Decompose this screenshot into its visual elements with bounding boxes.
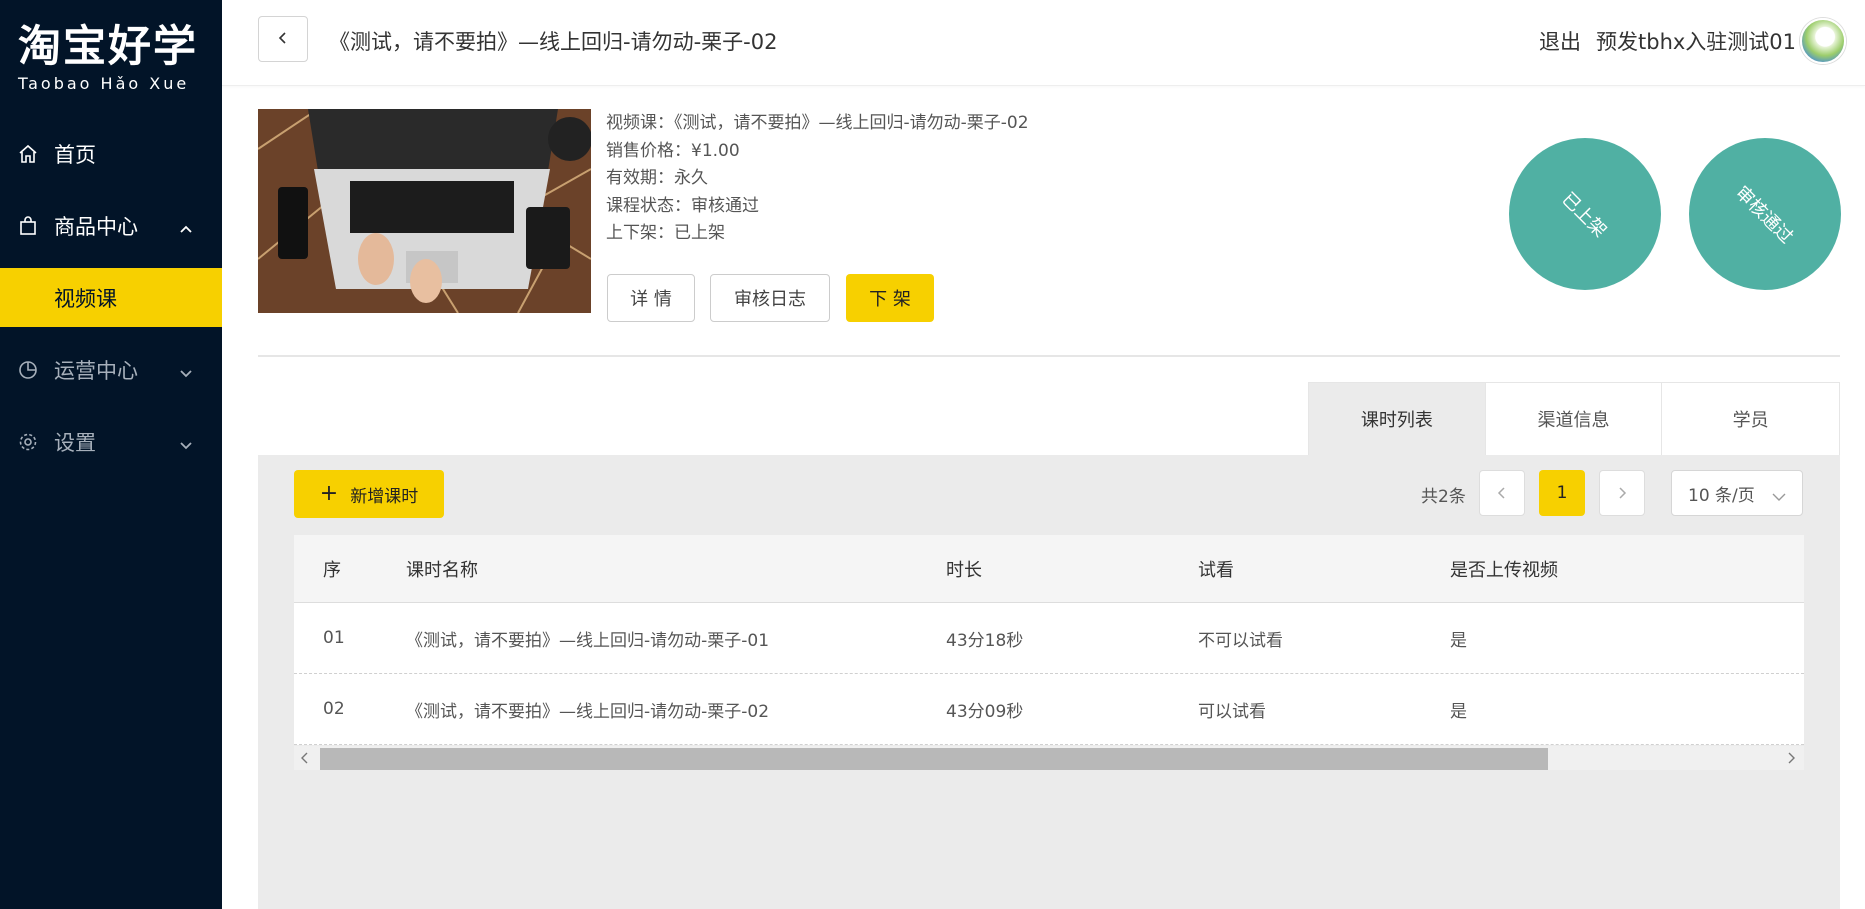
cell-name: 《测试，请不要拍》—线上回归-请勿动-栗子-02 bbox=[406, 701, 770, 722]
detail-button[interactable]: 详 情 bbox=[607, 274, 695, 322]
stamp-label: 已上架 bbox=[1557, 188, 1611, 242]
chevron-down-icon bbox=[178, 434, 194, 450]
top-header: 《测试，请不要拍》—线上回归-请勿动-栗子-02 退出 预发tbhx入驻测试01 bbox=[222, 0, 1865, 86]
total-count: 共2条 bbox=[1421, 487, 1466, 507]
chevron-down-icon bbox=[1772, 487, 1786, 507]
cell-preview: 可以试看 bbox=[1198, 701, 1266, 722]
table-row[interactable]: 02 《测试，请不要拍》—线上回归-请勿动-栗子-02 43分09秒 可以试看 … bbox=[294, 674, 1804, 745]
sidebar-item-label: 设置 bbox=[54, 431, 96, 455]
take-off-shelf-button[interactable]: 下 架 bbox=[846, 274, 934, 322]
chevron-left-icon bbox=[1497, 487, 1505, 499]
tab-channel-info[interactable]: 渠道信息 bbox=[1485, 383, 1663, 455]
logo-sub-text: Taobao Hǎo Xue bbox=[18, 74, 190, 93]
chevron-left-icon bbox=[276, 30, 290, 49]
sidebar: 淘宝好学 Taobao Hǎo Xue 首页 商品中心 视频课 运营中心 设置 bbox=[0, 0, 222, 909]
course-thumbnail bbox=[258, 109, 591, 313]
add-lesson-label: 新增课时 bbox=[350, 486, 419, 507]
column-header: 课时名称 bbox=[406, 559, 478, 581]
page-size-value: 10 条/页 bbox=[1688, 485, 1755, 506]
cell-duration: 43分09秒 bbox=[946, 701, 1024, 722]
chevron-down-icon bbox=[178, 362, 194, 378]
avatar[interactable] bbox=[1800, 18, 1846, 64]
home-icon bbox=[17, 143, 39, 165]
cell-name: 《测试，请不要拍》—线上回归-请勿动-栗子-01 bbox=[406, 630, 770, 651]
pie-chart-icon bbox=[17, 359, 39, 381]
back-button[interactable] bbox=[258, 16, 308, 62]
logout-link[interactable]: 退出 bbox=[1539, 26, 1581, 56]
tab-students[interactable]: 学员 bbox=[1662, 383, 1840, 455]
cell-uploaded: 是 bbox=[1450, 701, 1467, 722]
scroll-left-icon[interactable] bbox=[300, 750, 314, 766]
page-number[interactable]: 1 bbox=[1539, 470, 1585, 516]
sidebar-item-settings[interactable]: 设置 bbox=[0, 412, 222, 472]
audit-log-button[interactable]: 审核日志 bbox=[710, 274, 830, 322]
prev-page-button[interactable] bbox=[1479, 470, 1525, 516]
chevron-right-icon bbox=[1619, 487, 1627, 499]
sidebar-item-products[interactable]: 商品中心 bbox=[0, 196, 222, 256]
course-info: 视频课：《测试，请不要拍》—线上回归-请勿动-栗子-02 销售价格：¥1.00 … bbox=[606, 110, 1029, 248]
table-row[interactable]: 01 《测试，请不要拍》—线上回归-请勿动-栗子-01 43分18秒 不可以试看… bbox=[294, 603, 1804, 674]
scrollbar-thumb[interactable] bbox=[320, 748, 1548, 770]
sidebar-item-operations[interactable]: 运营中心 bbox=[0, 340, 222, 400]
sidebar-item-label: 商品中心 bbox=[54, 215, 138, 239]
course-name: 视频课：《测试，请不要拍》—线上回归-请勿动-栗子-02 bbox=[606, 113, 1029, 133]
cell-duration: 43分18秒 bbox=[946, 630, 1024, 651]
username: 预发tbhx入驻测试01 bbox=[1596, 30, 1797, 54]
cell-preview: 不可以试看 bbox=[1198, 630, 1283, 651]
plus-icon: + bbox=[319, 481, 339, 506]
scroll-right-icon[interactable] bbox=[1786, 750, 1800, 766]
cell-uploaded: 是 bbox=[1450, 630, 1467, 651]
tab-lesson-list[interactable]: 课时列表 bbox=[1309, 383, 1486, 455]
lesson-panel: + 新增课时 共2条 1 10 条/页 序 课时名称 时长 试看 是否上传视频 … bbox=[258, 455, 1840, 909]
logo-main-text: 淘宝好学 bbox=[18, 22, 198, 72]
divider bbox=[258, 355, 1840, 357]
course-price: 销售价格：¥1.00 bbox=[606, 140, 740, 161]
add-lesson-button[interactable]: + 新增课时 bbox=[294, 470, 444, 518]
course-shelf-status: 上下架：已上架 bbox=[606, 223, 725, 243]
cell-index: 01 bbox=[323, 628, 345, 648]
course-status: 课程状态：审核通过 bbox=[606, 195, 759, 216]
bag-icon bbox=[17, 215, 39, 237]
lesson-table: 序 课时名称 时长 试看 是否上传视频 01 《测试，请不要拍》—线上回归-请勿… bbox=[294, 535, 1804, 745]
column-header: 是否上传视频 bbox=[1450, 559, 1558, 581]
approved-stamp: 审核通过 bbox=[1689, 138, 1841, 290]
stamp-label: 审核通过 bbox=[1731, 182, 1797, 248]
chevron-up-icon bbox=[178, 218, 194, 234]
sidebar-item-home[interactable]: 首页 bbox=[0, 124, 222, 184]
course-validity: 有效期：永久 bbox=[606, 168, 708, 188]
column-header: 序 bbox=[323, 559, 341, 581]
tab-bar: 课时列表 渠道信息 学员 bbox=[1308, 382, 1840, 455]
sidebar-item-label: 运营中心 bbox=[54, 359, 138, 383]
next-page-button[interactable] bbox=[1599, 470, 1645, 516]
cell-index: 02 bbox=[323, 699, 345, 719]
logo: 淘宝好学 Taobao Hǎo Xue bbox=[18, 22, 198, 93]
page-size-select[interactable]: 10 条/页 bbox=[1671, 470, 1803, 516]
column-header: 试看 bbox=[1198, 559, 1234, 581]
page-title: 《测试，请不要拍》—线上回归-请勿动-栗子-02 bbox=[329, 30, 778, 54]
sidebar-item-label: 首页 bbox=[54, 143, 96, 167]
column-header: 时长 bbox=[946, 559, 982, 581]
sidebar-subitem-video-course[interactable]: 视频课 bbox=[0, 268, 222, 327]
table-header: 序 课时名称 时长 试看 是否上传视频 bbox=[294, 535, 1804, 603]
on-shelf-stamp: 已上架 bbox=[1509, 138, 1661, 290]
horizontal-scrollbar[interactable] bbox=[294, 746, 1804, 770]
gear-icon bbox=[17, 431, 39, 453]
